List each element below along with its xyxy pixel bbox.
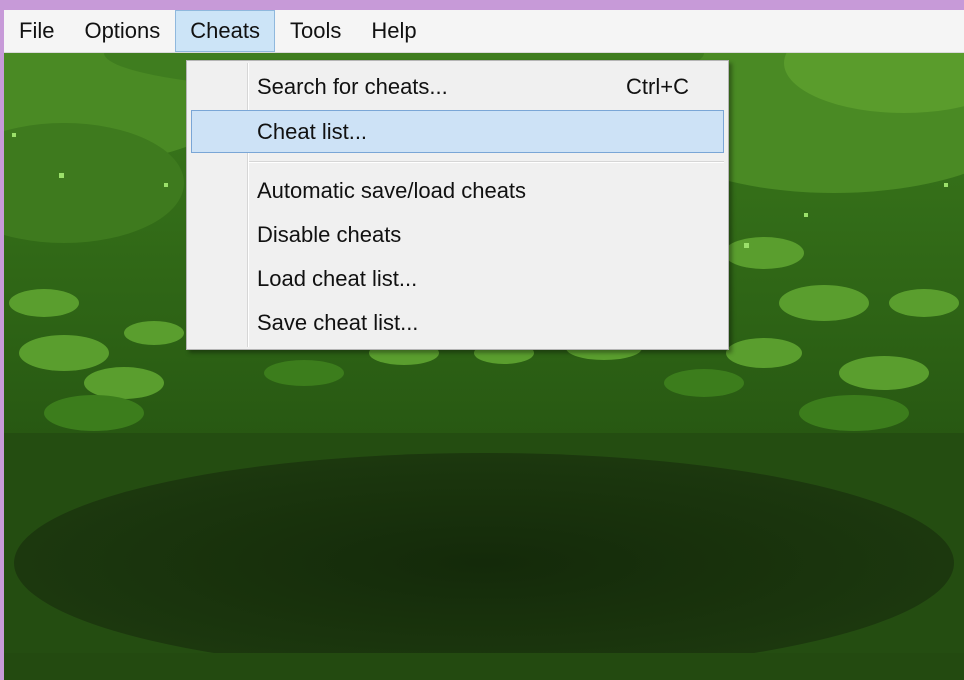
menu-item-label: Automatic save/load cheats <box>257 177 527 203</box>
menu-item-label: Load cheat list... <box>257 265 418 291</box>
menu-options[interactable]: Options <box>69 10 175 52</box>
menu-item-search-for-cheats[interactable]: Search for cheats... Ctrl+C <box>191 65 724 108</box>
menu-item-automatic-save-load-cheats[interactable]: Automatic save/load cheats <box>191 169 724 212</box>
menu-item-label: Save cheat list... <box>257 309 419 335</box>
menu-cheats[interactable]: Cheats <box>175 10 275 52</box>
menu-item-label: Search for cheats... <box>257 73 448 99</box>
emulator-window: File Options Cheats Tools Help Search fo… <box>4 10 964 680</box>
menu-help[interactable]: Help <box>356 10 431 52</box>
menu-bar: File Options Cheats Tools Help <box>4 10 964 53</box>
menu-item-disable-cheats[interactable]: Disable cheats <box>191 213 724 256</box>
menu-item-save-cheat-list[interactable]: Save cheat list... <box>191 301 724 344</box>
menu-file[interactable]: File <box>4 10 69 52</box>
menu-tools[interactable]: Tools <box>275 10 356 52</box>
cheats-dropdown-menu: Search for cheats... Ctrl+C Cheat list..… <box>186 60 729 350</box>
menu-item-label: Cheat list... <box>257 118 368 144</box>
menu-item-shortcut: Ctrl+C <box>626 73 689 99</box>
menu-separator <box>249 161 724 163</box>
menu-item-load-cheat-list[interactable]: Load cheat list... <box>191 257 724 300</box>
menu-item-label: Disable cheats <box>257 221 402 247</box>
menu-item-cheat-list[interactable]: Cheat list... <box>191 110 724 153</box>
